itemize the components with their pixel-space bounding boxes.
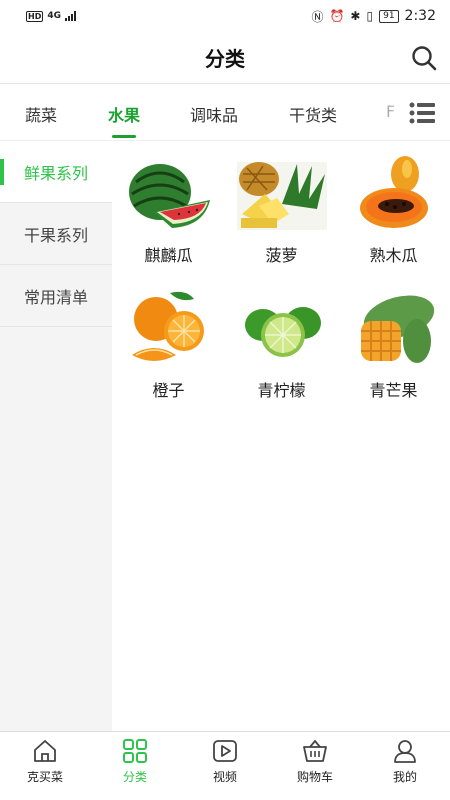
nfc-icon: Ⓝ	[311, 9, 324, 24]
watermelon-image	[128, 164, 210, 228]
video-icon	[213, 740, 237, 762]
nav-video[interactable]: 视频	[180, 738, 270, 785]
orange-image	[131, 291, 204, 361]
page-title: 分类	[205, 47, 245, 71]
nav-label: 我的	[392, 770, 417, 784]
active-indicator	[0, 159, 4, 185]
product-item-watermelon[interactable]: 麒麟瓜	[112, 141, 225, 266]
tab-seasonings[interactable]: 调味品	[190, 102, 238, 126]
status-left: HD 4G	[26, 10, 76, 22]
home-icon	[34, 740, 56, 762]
pineapple-image	[236, 162, 327, 230]
sidebar-item-label: 干果系列	[23, 225, 88, 245]
alarm-icon: ⏰	[329, 9, 345, 23]
active-tab-indicator	[112, 135, 136, 138]
nav-label: 视频	[212, 770, 237, 784]
sidebar: 鲜果系列 干果系列 常用清单	[0, 141, 112, 731]
product-item-mango[interactable]: 青芒果	[337, 276, 450, 401]
product-item-lime[interactable]: 青柠檬	[225, 276, 338, 401]
network-type: 4G	[47, 11, 61, 21]
battery-icon: 91	[379, 9, 399, 23]
mango-image	[360, 295, 434, 363]
grid-icon	[123, 739, 147, 763]
papaya-image	[359, 156, 428, 228]
nav-mine[interactable]: 我的	[360, 738, 450, 785]
product-item-papaya[interactable]: 熟木瓜	[337, 141, 450, 266]
product-item-pineapple[interactable]: 菠萝	[225, 141, 338, 266]
tab-dry-goods[interactable]: 干货类	[289, 102, 337, 126]
product-name: 菠萝	[265, 246, 298, 265]
lime-image	[244, 307, 321, 357]
clock: 2:32	[404, 8, 436, 24]
nav-label: 购物车	[296, 770, 333, 784]
vibrate-icon: ▯	[366, 9, 374, 23]
nav-label: 分类	[122, 770, 147, 784]
status-right: Ⓝ ⏰ ✱ ▯ 91 2:32	[311, 8, 436, 25]
list-icon[interactable]	[409, 101, 435, 125]
nav-label: 克买菜	[26, 770, 63, 784]
product-item-orange[interactable]: 橙子	[112, 276, 225, 401]
sidebar-item-dried-fruit[interactable]: 干果系列	[0, 203, 112, 265]
signal-icon	[65, 11, 76, 21]
nav-category[interactable]: 分类	[90, 738, 180, 785]
tab-vegetables[interactable]: 蔬菜	[25, 102, 57, 126]
category-tabs: 蔬菜 水果 调味品 干货类 F	[0, 84, 450, 141]
product-name: 麒麟瓜	[144, 246, 193, 265]
page-header: 分类	[0, 32, 450, 84]
tab-fruits[interactable]: 水果	[108, 102, 140, 126]
hd-indicator: HD	[26, 10, 44, 22]
bottom-nav: 克买菜 分类 视频 购物车 我的	[0, 731, 450, 800]
status-bar: HD 4G Ⓝ ⏰ ✱ ▯ 91 2:32	[0, 0, 450, 32]
bluetooth-icon: ✱	[350, 9, 361, 23]
search-icon[interactable]	[410, 44, 438, 72]
sidebar-item-common-list[interactable]: 常用清单	[0, 265, 112, 327]
user-icon	[394, 740, 416, 763]
product-name: 青芒果	[369, 381, 418, 400]
product-name: 青柠檬	[257, 381, 306, 400]
sidebar-item-label: 鲜果系列	[23, 163, 88, 183]
nav-cart[interactable]: 购物车	[270, 738, 360, 785]
product-name: 熟木瓜	[369, 246, 418, 265]
product-name: 橙子	[152, 381, 185, 400]
sidebar-item-label: 常用清单	[23, 287, 88, 307]
cart-icon	[303, 739, 327, 762]
sidebar-item-fresh-fruit[interactable]: 鲜果系列	[0, 141, 112, 203]
nav-home[interactable]: 克买菜	[0, 738, 90, 785]
